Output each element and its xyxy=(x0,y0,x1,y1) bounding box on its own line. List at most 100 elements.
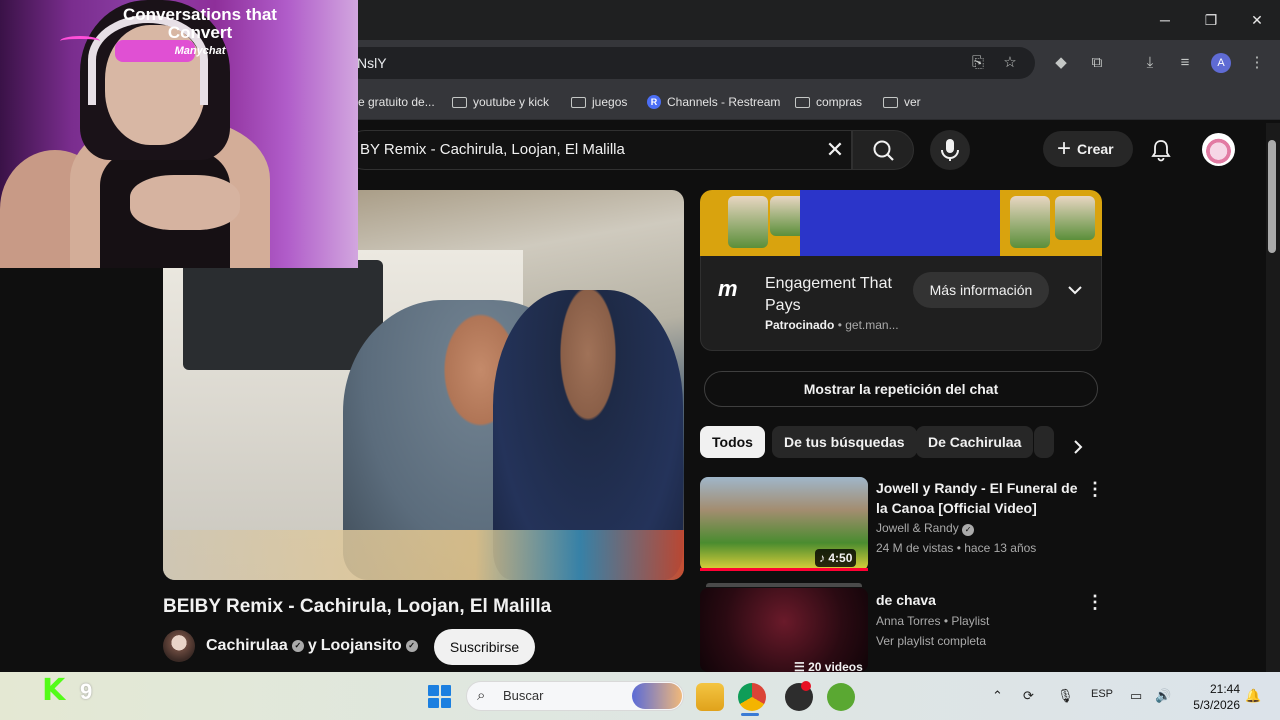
webcam-person-hand xyxy=(130,175,240,230)
downloads-icon[interactable]: ⤓ xyxy=(1138,51,1162,75)
bookmark-label: youtube y kick xyxy=(473,95,550,109)
bookmark-label: e gratuito de... xyxy=(358,95,435,109)
ad-photo xyxy=(728,196,768,248)
channel-name[interactable]: Loojansito xyxy=(321,637,402,655)
url-text: NslY xyxy=(357,55,387,71)
view-full-playlist-link[interactable]: Ver playlist completa xyxy=(876,634,986,648)
language-indicator[interactable]: ESP xyxy=(1091,688,1113,700)
chip-all[interactable]: Todos xyxy=(700,426,765,458)
scrollbar-thumb[interactable] xyxy=(1268,140,1276,253)
restream-icon: R xyxy=(647,95,661,109)
related-video-meta: 24 M de vistas • hace 13 años xyxy=(876,541,1037,555)
channel-names[interactable]: Cachirulaa ✓ y Loojansito ✓ xyxy=(206,637,418,655)
browser-menu-icon[interactable]: ⋮ xyxy=(1245,51,1269,75)
playlist-owner[interactable]: Anna Torres • Playlist xyxy=(876,614,989,628)
channel-avatar[interactable] xyxy=(163,630,195,662)
ad-title[interactable]: Engagement That Pays xyxy=(765,273,905,317)
extension-diamond-icon[interactable]: ◆ xyxy=(1049,51,1073,75)
more-actions-icon[interactable]: ⋮ xyxy=(1086,479,1104,499)
channel-name[interactable]: Cachirulaa xyxy=(206,637,288,655)
bookmark-label: Channels - Restream xyxy=(667,95,781,109)
create-button[interactable]: + Crear xyxy=(1043,131,1133,167)
bookmark-label: ver xyxy=(904,95,921,109)
microphone-icon[interactable]: 🎙 xyxy=(1057,688,1074,704)
related-video-title[interactable]: Jowell y Randy - El Funeral de la Canoa … xyxy=(876,478,1081,518)
media-queue-icon[interactable]: ≡ xyxy=(1173,51,1197,75)
clear-search-icon[interactable]: ✕ xyxy=(822,137,848,163)
chevron-down-icon[interactable] xyxy=(1064,280,1086,300)
ad-cta-button[interactable]: Más información xyxy=(913,272,1049,308)
video-frame-window xyxy=(183,260,383,370)
kick-logo: K xyxy=(42,673,66,708)
bookmark-folder-youtube-kick[interactable]: youtube y kick xyxy=(452,92,549,112)
ad-banner-headline: Conversations that Convert xyxy=(123,5,277,42)
volume-icon[interactable]: 🔊 xyxy=(1155,688,1171,704)
bookmark-folder-juegos[interactable]: juegos xyxy=(571,92,627,112)
related-video-channel[interactable]: Jowell & Randy ✓ xyxy=(876,521,975,536)
create-label: Crear xyxy=(1077,141,1114,157)
clock-date: 5/3/2026 xyxy=(1193,698,1240,712)
sync-icon[interactable]: ⟳ xyxy=(1023,688,1034,704)
chip-from-searches[interactable]: De tus búsquedas xyxy=(772,426,917,458)
system-clock[interactable]: 21:44 5/3/2026 xyxy=(1184,681,1240,713)
bookmark-label: compras xyxy=(816,95,863,109)
notifications-bell-icon[interactable] xyxy=(1148,137,1174,163)
video-title: BEIBY Remix - Cachirula, Loojan, El Mali… xyxy=(163,596,552,617)
active-app-indicator xyxy=(741,713,759,716)
bookmark-item[interactable]: e gratuito de... xyxy=(358,92,435,112)
account-avatar[interactable] xyxy=(1202,133,1235,166)
bookmark-star-icon[interactable]: ☆ xyxy=(998,51,1022,75)
folder-icon xyxy=(795,96,810,108)
network-icon[interactable]: ▭ xyxy=(1130,688,1142,704)
ad-photo xyxy=(1055,196,1095,240)
watch-progress-bar xyxy=(700,568,868,571)
maximize-button[interactable]: ❐ xyxy=(1196,8,1226,32)
subscribe-button[interactable]: Suscribirse xyxy=(434,629,535,665)
chevron-up-icon[interactable]: ⌃ xyxy=(992,688,1003,704)
windows-start-icon[interactable] xyxy=(428,685,451,708)
ad-banner-center xyxy=(800,190,1000,256)
minimize-button[interactable]: ─ xyxy=(1150,8,1180,32)
ad-sponsor-line: Patrocinado • get.man... xyxy=(765,318,899,332)
install-app-icon[interactable]: ⎘ xyxy=(966,51,990,75)
folder-icon xyxy=(883,96,898,108)
playlist-title[interactable]: de chava xyxy=(876,590,936,610)
notification-dot xyxy=(801,681,811,691)
sponsored-label: Patrocinado xyxy=(765,318,835,332)
bookmark-folder-ver[interactable]: ver xyxy=(883,92,921,112)
chrome-icon[interactable] xyxy=(738,683,766,711)
utorrent-icon[interactable] xyxy=(827,683,855,711)
search-icon: ⌕ xyxy=(477,687,486,704)
ad-banner-brand: Manychat xyxy=(174,45,226,57)
plus-icon: + xyxy=(1057,135,1072,162)
video-frame-table xyxy=(163,530,684,580)
bookmark-restream[interactable]: R Channels - Restream xyxy=(647,92,780,112)
folder-icon xyxy=(452,96,467,108)
verified-icon: ✓ xyxy=(405,640,418,652)
search-button[interactable] xyxy=(852,130,914,170)
address-bar[interactable]: NslY xyxy=(345,47,1035,79)
file-explorer-icon[interactable] xyxy=(696,683,724,711)
profile-avatar[interactable]: A xyxy=(1211,53,1231,73)
more-actions-icon[interactable]: ⋮ xyxy=(1086,592,1104,612)
clock-time: 21:44 xyxy=(1209,682,1240,696)
notifications-bell-icon[interactable]: 🔔 xyxy=(1245,688,1261,704)
bookmark-folder-compras[interactable]: compras xyxy=(795,92,862,112)
show-chat-replay-button[interactable]: Mostrar la repetición del chat xyxy=(704,371,1098,407)
chevron-right-icon[interactable] xyxy=(1066,435,1090,459)
channel-name: Jowell & Randy xyxy=(876,521,959,535)
close-window-button[interactable]: ✕ xyxy=(1242,8,1272,32)
ad-banner-image[interactable] xyxy=(700,190,1102,256)
voice-search-button[interactable] xyxy=(930,130,970,170)
video-duration: ♪ 4:50 xyxy=(815,549,857,567)
bookmark-label: juegos xyxy=(592,95,628,109)
chip-from-channel[interactable]: De Cachirulaa xyxy=(916,426,1034,458)
verified-icon: ✓ xyxy=(291,640,304,652)
taskbar-search-label: Buscar xyxy=(503,688,544,703)
webcam-neon-sign xyxy=(60,36,100,46)
chip-partial[interactable] xyxy=(1034,426,1054,458)
extensions-puzzle-icon[interactable]: ⧉ xyxy=(1085,51,1109,75)
kick-counter: 9 xyxy=(80,679,93,704)
youtube-search-input[interactable]: BY Remix - Cachirula, Loojan, El Malilla xyxy=(345,130,852,170)
music-note-icon: ♪ xyxy=(819,551,829,565)
